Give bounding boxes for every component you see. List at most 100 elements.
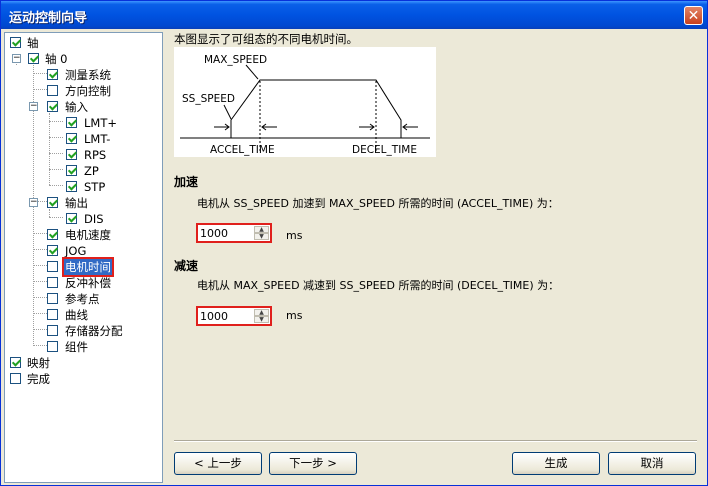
ss-speed-pointer [223,104,232,120]
tree-item-label: 测量系统 [65,68,111,82]
decel-time-value: 1000 [200,310,228,323]
tree-line [33,89,47,90]
content-panel: 本图显示了可组态的不同电机时间。 MAX_SPEED SS_SPEED ACCE… [169,29,705,449]
checkbox-unchecked[interactable] [47,309,58,320]
checkbox-unchecked[interactable] [10,373,21,384]
tree-line [33,297,47,298]
accel-unit: ms [286,229,303,242]
tree-item-label: LMT- [84,132,111,146]
decel-description: 电机从 MAX_SPEED 减速到 SS_SPEED 所需的时间 (DECEL_… [197,279,560,292]
collapse-icon[interactable]: − [29,102,38,111]
checkbox-checked[interactable] [66,213,77,224]
tree-item-label: 存储器分配 [65,324,123,338]
tree-item-label: 轴 [27,36,39,50]
checkbox-checked[interactable] [66,117,77,128]
checkbox-unchecked[interactable] [47,85,58,96]
ss-speed-label: SS_SPEED [182,93,235,105]
decel-section-title: 减速 [174,259,199,273]
next-button[interactable]: 下一步 > [269,452,357,475]
tree-line [49,217,63,218]
tree-item-label: 电机速度 [65,228,111,242]
window-title: 运动控制向导 [9,11,88,26]
checkbox-checked[interactable] [47,101,58,112]
checkbox-checked[interactable] [66,181,77,192]
spin-up-icon[interactable]: ▲ [254,226,269,233]
tree-item-label: 映射 [27,356,50,370]
prev-button[interactable]: < 上一步 [174,452,262,475]
checkbox-checked[interactable] [47,245,58,256]
finish-button[interactable]: 生成 [512,452,600,475]
checkbox-checked[interactable] [66,165,77,176]
close-icon: ✕ [687,8,700,24]
tree-line [33,329,47,330]
tree-line [33,281,47,282]
tree-item-label: DIS [84,212,104,226]
tree-line [49,113,50,185]
checkbox-checked[interactable] [47,197,58,208]
checkbox-unchecked[interactable] [47,261,58,272]
cancel-button[interactable]: 取消 [608,452,696,475]
title-bar[interactable]: 运动控制向导 ✕ [1,1,707,29]
tree-item-label: 反冲补偿 [65,276,111,290]
collapse-icon[interactable]: − [29,198,38,207]
max-speed-pointer [245,64,259,80]
checkbox-checked[interactable] [47,69,58,80]
tree-line [49,137,63,138]
footer-separator [174,440,697,442]
tree-item-label: JOG [65,244,87,258]
tree-line [33,249,47,250]
max-speed-label: MAX_SPEED [204,54,267,66]
tree-item-label-selected: 电机时间 [62,257,114,277]
checkbox-unchecked[interactable] [47,325,58,336]
checkbox-checked[interactable] [66,133,77,144]
tree-item-label: 输出 [65,196,88,210]
tree-item-label: 输入 [65,100,88,114]
collapse-icon[interactable]: − [12,54,21,63]
checkbox-checked[interactable] [66,149,77,160]
tree-item-label: 曲线 [65,308,88,322]
checkbox-checked[interactable] [10,37,21,48]
navigation-tree[interactable]: 轴 − 轴 0 测量系统 方向控制 − 输入 LMT+ LMT- RPS ZP … [4,32,163,483]
tree-line [33,313,47,314]
tree-item-label: 方向控制 [65,84,111,98]
checkbox-checked[interactable] [28,53,39,64]
accel-description: 电机从 SS_SPEED 加速到 MAX_SPEED 所需的时间 (ACCEL_… [197,197,559,210]
checkbox-unchecked[interactable] [47,277,58,288]
tree-item-label: LMT+ [84,116,117,130]
tree-line [49,153,63,154]
tree-item-label: 完成 [27,372,50,386]
checkbox-unchecked[interactable] [47,341,58,352]
tree-line [33,233,47,234]
page-description: 本图显示了可组态的不同电机时间。 [174,32,358,46]
tree-line [33,73,47,74]
checkbox-checked[interactable] [10,357,21,368]
tree-line [33,265,47,266]
decel-time-label: DECEL_TIME [352,144,417,156]
accel-section-title: 加速 [174,175,199,189]
spin-down-icon[interactable]: ▼ [254,233,269,240]
spin-down-icon[interactable]: ▼ [254,316,269,323]
accel-time-input[interactable]: 1000 ▲ ▼ [196,223,272,243]
decel-stepper[interactable]: ▲ ▼ [254,309,269,323]
speed-profile-graphic: MAX_SPEED SS_SPEED ACCEL_TIME DECEL_TIME [180,54,430,156]
tree-line [49,185,63,186]
tree-item-label: 组件 [65,340,88,354]
motor-time-diagram: MAX_SPEED SS_SPEED ACCEL_TIME DECEL_TIME [174,47,436,157]
tree-item-label: 轴 0 [45,52,68,66]
tree-line [49,209,50,217]
accel-time-value: 1000 [200,227,228,240]
decel-time-input[interactable]: 1000 ▲ ▼ [196,306,272,326]
checkbox-unchecked[interactable] [47,293,58,304]
checkbox-checked[interactable] [47,229,58,240]
tree-line [33,345,47,346]
decel-unit: ms [286,309,303,322]
tree-item-label: STP [84,180,106,194]
accel-time-label: ACCEL_TIME [210,144,275,156]
accel-stepper[interactable]: ▲ ▼ [254,226,269,240]
spin-up-icon[interactable]: ▲ [254,309,269,316]
close-button[interactable]: ✕ [684,6,703,25]
tree-item-label: ZP [84,164,99,178]
tree-item-label: 参考点 [65,292,100,306]
tree-line [49,121,63,122]
wizard-window: 运动控制向导 ✕ 轴 − 轴 0 测量系统 方向控制 − 输入 LMT+ LMT… [0,0,708,486]
